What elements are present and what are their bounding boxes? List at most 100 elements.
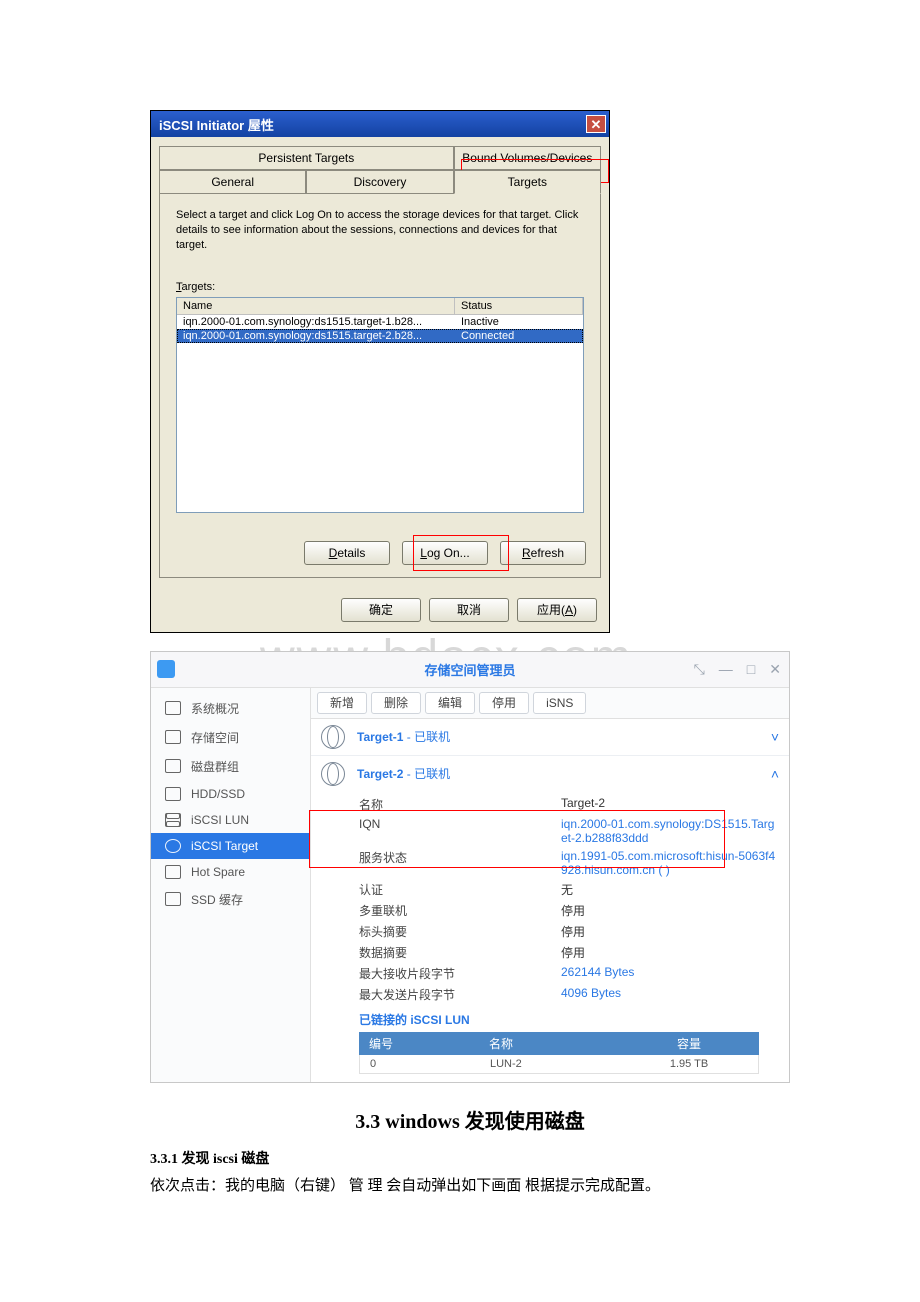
value-service-status: iqn.1991-05.com.microsoft:hisun-5063f492… (561, 849, 779, 877)
pin-icon[interactable]: ⤡ (694, 661, 705, 678)
sidebar-item-label: SSD 缓存 (191, 891, 243, 908)
tab-general[interactable]: General (159, 170, 306, 194)
tab-bound-volumes[interactable]: Bound Volumes/Devices (454, 146, 601, 170)
target-status: Inactive (455, 315, 583, 329)
disk-group-icon (165, 759, 181, 773)
value-data-digest: 停用 (561, 944, 779, 961)
col-status[interactable]: Status (455, 298, 583, 314)
apply-button[interactable]: 应用(A) (517, 598, 597, 622)
dialog-close-button[interactable]: ✕ (586, 115, 606, 133)
target-status: Connected (455, 329, 582, 343)
cancel-button[interactable]: 取消 (429, 598, 509, 622)
target-name: iqn.2000-01.com.synology:ds1515.target-1… (177, 315, 455, 329)
target-item-target2[interactable]: Target-2 - 已联机 ˄ (311, 755, 789, 792)
col-name[interactable]: Name (177, 298, 455, 314)
dsm-sidebar: 系统概况 存储空间 磁盘群组 HDD/SSD iSCSI LUN iSCSI T… (151, 688, 311, 1082)
targets-label-rest: argets: (182, 281, 216, 293)
value-name: Target-2 (561, 796, 779, 813)
logon-button[interactable]: Log On... (402, 541, 488, 565)
value-multi: 停用 (561, 902, 779, 919)
target-row[interactable]: iqn.2000-01.com.synology:ds1515.target-1… (177, 315, 583, 329)
label-header-digest: 标头摘要 (359, 923, 551, 940)
col-lun-name: 名称 (479, 1032, 619, 1055)
refresh-rest: efresh (531, 546, 564, 560)
sidebar-item-label: 系统概况 (191, 700, 239, 717)
label-data-digest: 数据摘要 (359, 944, 551, 961)
sidebar-item-ssd-cache[interactable]: SSD 缓存 (151, 885, 310, 914)
lun-icon (165, 813, 181, 827)
sidebar-item-label: Hot Spare (191, 865, 245, 879)
sidebar-item-iscsi-lun[interactable]: iSCSI LUN (151, 807, 310, 833)
dialog-titlebar: iSCSI Initiator 屋性 ✕ (151, 111, 609, 137)
targets-list-label: Targets: (176, 281, 584, 293)
lun-name: LUN-2 (480, 1055, 620, 1073)
tab-persistent-targets[interactable]: Persistent Targets (159, 146, 454, 170)
doc-paragraph: 依次点击：我的电脑（右键） 管 理 会自动弹出如下画面 根据提示完成配置。 (150, 1174, 790, 1200)
maximize-icon[interactable]: □ (747, 661, 755, 678)
target-item-target1[interactable]: Target-1 - 已联机 ˅ (311, 719, 789, 755)
chevron-up-icon[interactable]: ˄ (771, 766, 779, 782)
tab-targets[interactable]: Targets (454, 170, 601, 194)
volume-icon (165, 730, 181, 744)
sidebar-item-volume[interactable]: 存储空间 (151, 723, 310, 752)
toolbar-delete-button[interactable]: 删除 (371, 692, 421, 714)
value-iqn: iqn.2000-01.com.synology:DS1515.Target-2… (561, 817, 779, 845)
label-name: 名称 (359, 796, 551, 813)
tabs: Persistent Targets Bound Volumes/Devices… (159, 145, 601, 193)
dsm-storage-manager-window: 存储空间管理员 ⤡ — □ ✕ 系统概况 存储空间 磁盘群组 HDD/SSD i… (150, 651, 790, 1083)
lun-row[interactable]: 0 LUN-2 1.95 TB (359, 1055, 759, 1074)
sidebar-item-label: 磁盘群组 (191, 758, 239, 775)
target-name: Target-2 (357, 767, 403, 781)
apply-text: 应用 (537, 601, 561, 618)
linked-lun-header: 已链接的 iSCSI LUN (359, 1005, 779, 1032)
refresh-button[interactable]: Refresh (500, 541, 586, 565)
sidebar-item-overview[interactable]: 系统概况 (151, 694, 310, 723)
sidebar-item-disk-group[interactable]: 磁盘群组 (151, 752, 310, 781)
value-auth: 无 (561, 881, 779, 898)
sidebar-item-hot-spare[interactable]: Hot Spare (151, 859, 310, 885)
target-name: iqn.2000-01.com.synology:ds1515.target-2… (177, 329, 455, 343)
list-header: Name Status (177, 298, 583, 315)
toolbar-add-button[interactable]: 新增 (317, 692, 367, 714)
lun-capacity: 1.95 TB (620, 1055, 758, 1073)
value-header-digest: 停用 (561, 923, 779, 940)
hotspare-icon (165, 865, 181, 879)
label-iqn: IQN (359, 817, 551, 845)
sidebar-item-label: iSCSI LUN (191, 813, 249, 827)
sidebar-item-iscsi-target[interactable]: iSCSI Target (151, 833, 310, 859)
details-accel: D (329, 546, 338, 560)
tab-discovery[interactable]: Discovery (306, 170, 453, 194)
sidebar-item-hdd-ssd[interactable]: HDD/SSD (151, 781, 310, 807)
target-detail-panel: 名称 Target-2 IQN iqn.2000-01.com.synology:D… (311, 792, 789, 1082)
toolbar-disable-button[interactable]: 停用 (479, 692, 529, 714)
globe-icon (165, 839, 181, 853)
targets-intro-text: Select a target and click Log On to acce… (176, 208, 584, 253)
logon-rest: og On... (427, 546, 470, 560)
sidebar-item-label: 存储空间 (191, 729, 239, 746)
hdd-icon (165, 787, 181, 801)
toolbar-isns-button[interactable]: iSNS (533, 692, 586, 714)
details-button[interactable]: Details (304, 541, 390, 565)
details-rest: etails (337, 546, 365, 560)
cache-icon (165, 892, 181, 906)
chevron-down-icon[interactable]: ˅ (771, 729, 779, 745)
dialog-action-buttons: Details Log On... Refresh (304, 541, 586, 565)
col-lun-number: 编号 (359, 1032, 479, 1055)
apply-close: ) (573, 603, 577, 617)
ok-button[interactable]: 确定 (341, 598, 421, 622)
refresh-accel: R (522, 546, 531, 560)
doc-heading-3-3-1: 3.3.1 发现 iscsi 磁盘 (150, 1148, 790, 1168)
dsm-toolbar: 新增 删除 编辑 停用 iSNS (311, 688, 789, 719)
targets-listview[interactable]: Name Status iqn.2000-01.com.synology:ds1… (176, 297, 584, 513)
value-max-tx: 4096 Bytes (561, 986, 779, 1003)
dialog-bottom-buttons: 确定 取消 应用(A) (151, 590, 609, 632)
tab-page-targets: Select a target and click Log On to acce… (159, 193, 601, 578)
toolbar-edit-button[interactable]: 编辑 (425, 692, 475, 714)
globe-icon (321, 725, 345, 749)
label-max-tx: 最大发送片段字节 (359, 986, 551, 1003)
target-row[interactable]: iqn.2000-01.com.synology:ds1515.target-2… (177, 329, 583, 343)
close-icon[interactable]: ✕ (769, 661, 781, 678)
sidebar-item-label: HDD/SSD (191, 787, 245, 801)
minimize-icon[interactable]: — (719, 661, 733, 678)
col-lun-capacity: 容量 (619, 1032, 759, 1055)
